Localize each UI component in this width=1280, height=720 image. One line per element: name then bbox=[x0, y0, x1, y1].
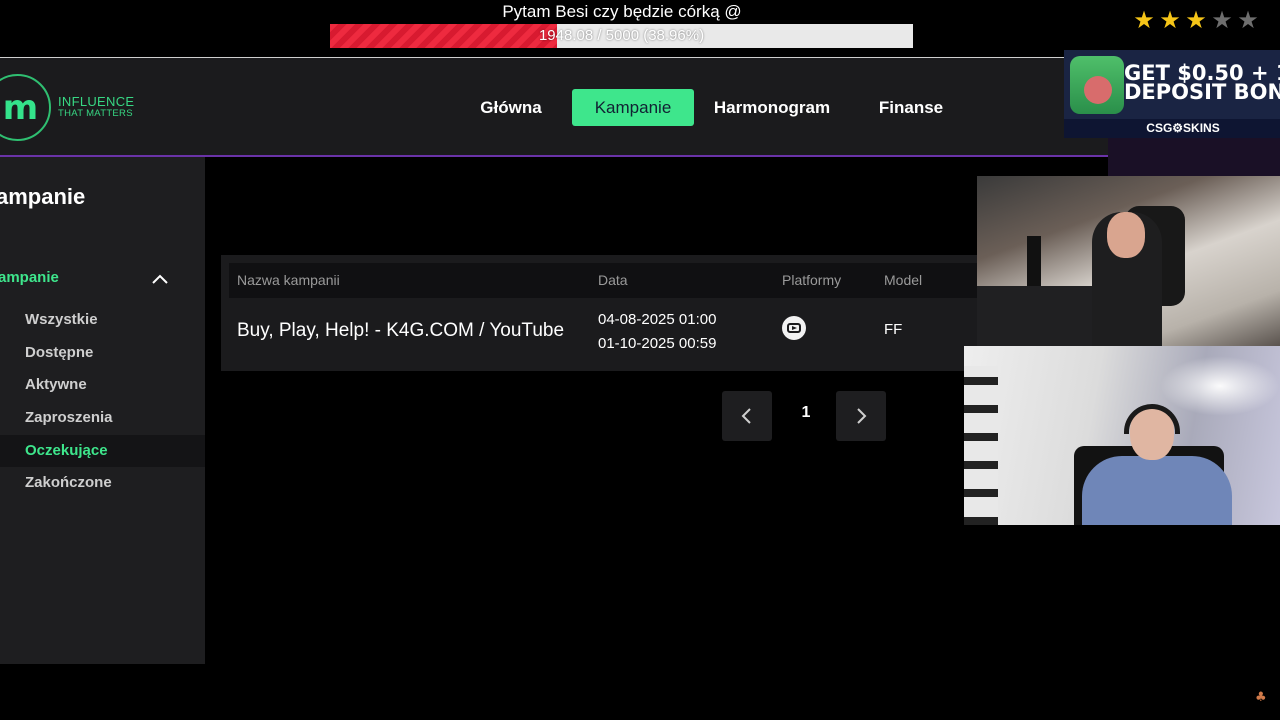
sidebar-section-label: ampanie bbox=[0, 269, 59, 286]
nav-item-harmonogram[interactable]: Harmonogram bbox=[707, 89, 837, 126]
star-icon: ★ bbox=[1211, 6, 1233, 34]
nav-item-finanse[interactable]: Finanse bbox=[868, 89, 954, 126]
ad-strip bbox=[1108, 138, 1280, 176]
table-row[interactable]: Buy, Play, Help! - K4G.COM / YouTube 04-… bbox=[221, 298, 980, 368]
sidebar-title: ampanie bbox=[0, 184, 86, 209]
ad-headline: GET $0.50 + 10 DEPOSIT BONU bbox=[1124, 63, 1280, 104]
sidebar-item-zaproszenia[interactable]: Zaproszenia bbox=[0, 402, 205, 434]
campaign-date-end: 01-10-2025 00:59 bbox=[598, 335, 717, 352]
chevron-right-icon bbox=[857, 408, 867, 424]
sidebar-item-oczekujace[interactable]: Oczekujące bbox=[0, 435, 205, 467]
sidebar-item-aktywne[interactable]: Aktywne bbox=[0, 369, 205, 401]
screen: Pytam Besi czy będzie córką @ 1948.08 / … bbox=[0, 0, 1280, 720]
ad-character-image bbox=[1070, 56, 1124, 114]
campaign-date-start: 04-08-2025 01:00 bbox=[598, 311, 717, 328]
sidebar-section-kampanie[interactable]: ampanie bbox=[0, 269, 205, 293]
campaign-table: Nazwa kampanii Data Platformy Model Buy,… bbox=[221, 255, 980, 371]
campaign-model: FF bbox=[884, 321, 903, 338]
youtube-icon bbox=[782, 316, 806, 340]
donation-goal-title: Pytam Besi czy będzie córką @ bbox=[502, 2, 742, 21]
main-nav: Główna Kampanie Harmonogram Finanse bbox=[0, 89, 1108, 127]
ad-brand: CSG⚙SKINS bbox=[1064, 119, 1280, 138]
rating-stars: ★ ★ ★ ★ ★ bbox=[1132, 8, 1260, 32]
star-icon: ★ bbox=[1237, 6, 1259, 34]
watermark-icon: ♣ bbox=[1255, 690, 1267, 705]
nav-item-kampanie[interactable]: Kampanie bbox=[572, 89, 694, 126]
sidebar-item-dostepne[interactable]: Dostępne bbox=[0, 337, 205, 369]
chevron-up-icon[interactable] bbox=[151, 273, 169, 285]
nav-item-glowna[interactable]: Główna bbox=[468, 89, 554, 126]
star-icon: ★ bbox=[1159, 6, 1181, 34]
donation-goal-text: 1948.08 / 5000 (38.96%) bbox=[538, 27, 705, 44]
prev-page-button[interactable] bbox=[722, 391, 772, 441]
sidebar: ampanie ampanie Wszystkie Dostępne Aktyw… bbox=[0, 157, 205, 664]
column-header-name: Nazwa kampanii bbox=[237, 272, 340, 288]
donation-goal-bar: 1948.08 / 5000 (38.96%) bbox=[330, 24, 913, 48]
next-page-button[interactable] bbox=[836, 391, 886, 441]
ad-banner[interactable]: GET $0.50 + 10 DEPOSIT BONU CSG⚙SKINS bbox=[1064, 50, 1280, 138]
campaign-name[interactable]: Buy, Play, Help! - K4G.COM / YouTube bbox=[237, 320, 564, 342]
webcam-feed-top bbox=[977, 176, 1280, 346]
column-header-model: Model bbox=[884, 272, 923, 288]
chevron-left-icon bbox=[741, 408, 751, 424]
sidebar-item-wszystkie[interactable]: Wszystkie bbox=[0, 304, 205, 336]
column-header-date: Data bbox=[598, 272, 628, 288]
page-number[interactable]: 1 bbox=[786, 404, 826, 422]
webcam-feed-bottom bbox=[964, 346, 1280, 525]
column-header-platforms: Platformy bbox=[782, 272, 842, 288]
table-header: Nazwa kampanii Data Platformy Model bbox=[229, 263, 980, 298]
site-header: m INFLUENCE THAT MATTERS Główna Kampanie… bbox=[0, 57, 1108, 157]
ad-headline-line-2: DEPOSIT BONU bbox=[1124, 80, 1280, 104]
star-icon: ★ bbox=[1185, 6, 1207, 34]
star-icon: ★ bbox=[1133, 6, 1155, 34]
campaign-dates: 04-08-2025 01:00 01-10-2025 00:59 bbox=[598, 308, 716, 356]
sidebar-item-zakonczone[interactable]: Zakończone bbox=[0, 467, 205, 499]
